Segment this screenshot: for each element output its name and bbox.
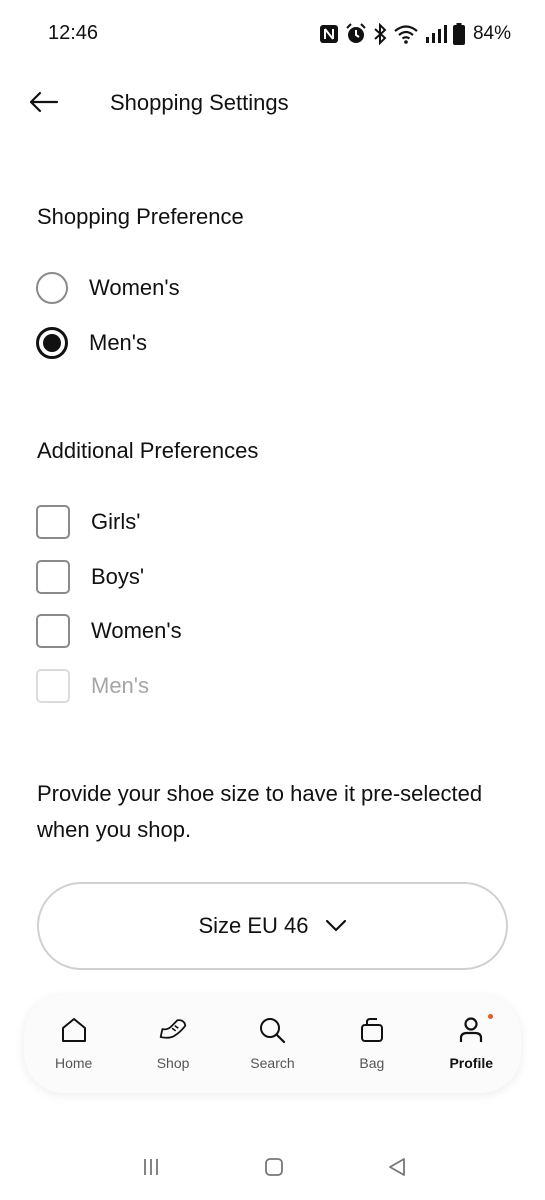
checkbox-option-womens[interactable]: Women's [36, 612, 182, 650]
checkbox-option-boys[interactable]: Boys' [36, 558, 144, 596]
checkbox-label: Men's [91, 673, 149, 698]
arrow-left-icon [29, 91, 59, 118]
notification-dot [488, 1014, 494, 1019]
nfc-icon [319, 24, 339, 44]
nav-label: Profile [449, 1055, 494, 1071]
checkbox[interactable] [36, 614, 70, 648]
signal-icon [425, 24, 447, 44]
shoe-icon [158, 1015, 188, 1045]
status-time: 12:46 [48, 22, 99, 44]
profile-icon [456, 1015, 486, 1045]
status-bar: 12:46 84% [0, 0, 545, 70]
nav-item-shop[interactable]: Shop [128, 995, 218, 1093]
checkbox[interactable] [36, 560, 70, 594]
radio-option-mens[interactable]: Men's [36, 324, 147, 362]
back-triangle-icon[interactable] [384, 1154, 410, 1180]
page-title: Shopping Settings [110, 90, 289, 115]
checkbox-label: Boys' [91, 564, 145, 589]
home-icon [59, 1015, 89, 1045]
checkbox-disabled [36, 669, 70, 703]
nav-label: Bag [359, 1055, 385, 1071]
recents-icon[interactable] [138, 1154, 164, 1180]
chevron-down-icon [325, 919, 347, 933]
header: Shopping Settings [0, 72, 545, 136]
additional-preferences-title: Additional Preferences [37, 438, 259, 463]
radio-label: Women's [89, 275, 180, 300]
checkbox-option-girls[interactable]: Girls' [36, 503, 140, 541]
shoe-size-value: Size EU 46 [198, 913, 309, 938]
shoe-size-dropdown[interactable]: Size EU 46 [37, 882, 508, 970]
bag-icon [357, 1015, 387, 1045]
search-icon [257, 1015, 287, 1045]
back-button[interactable] [26, 86, 62, 122]
bluetooth-icon [373, 23, 387, 45]
alarm-icon [345, 23, 367, 45]
nav-item-home[interactable]: Home [29, 995, 119, 1093]
nav-item-search[interactable]: Search [227, 995, 317, 1093]
radio-button[interactable] [36, 272, 68, 304]
status-icons: 84% [319, 22, 511, 46]
wifi-icon [393, 24, 419, 44]
nav-label: Search [250, 1055, 295, 1071]
nav-label: Home [55, 1055, 93, 1071]
battery-icon [452, 23, 465, 45]
system-navigation [0, 1140, 545, 1192]
shopping-settings-screen: 12:46 84% Shopping Settings Shopping Pre… [0, 0, 545, 1200]
checkbox[interactable] [36, 505, 70, 539]
radio-label: Men's [89, 330, 147, 355]
radio-option-womens[interactable]: Women's [36, 269, 180, 307]
nav-item-bag[interactable]: Bag [327, 995, 417, 1093]
checkbox-label: Women's [91, 618, 182, 643]
checkbox-label: Girls' [91, 509, 141, 534]
nav-label: Shop [156, 1055, 190, 1071]
checkbox-option-mens-disabled: Men's [36, 667, 149, 705]
home-button-icon[interactable] [261, 1154, 287, 1180]
radio-button-selected[interactable] [36, 327, 68, 359]
shopping-preference-title: Shopping Preference [37, 204, 244, 229]
shoe-size-hint: Provide your shoe size to have it pre-se… [37, 781, 483, 842]
bottom-navigation: Home Shop Search Bag Profile [24, 995, 521, 1093]
nav-item-profile[interactable]: Profile [426, 995, 516, 1093]
battery-percentage: 84% [472, 23, 511, 44]
